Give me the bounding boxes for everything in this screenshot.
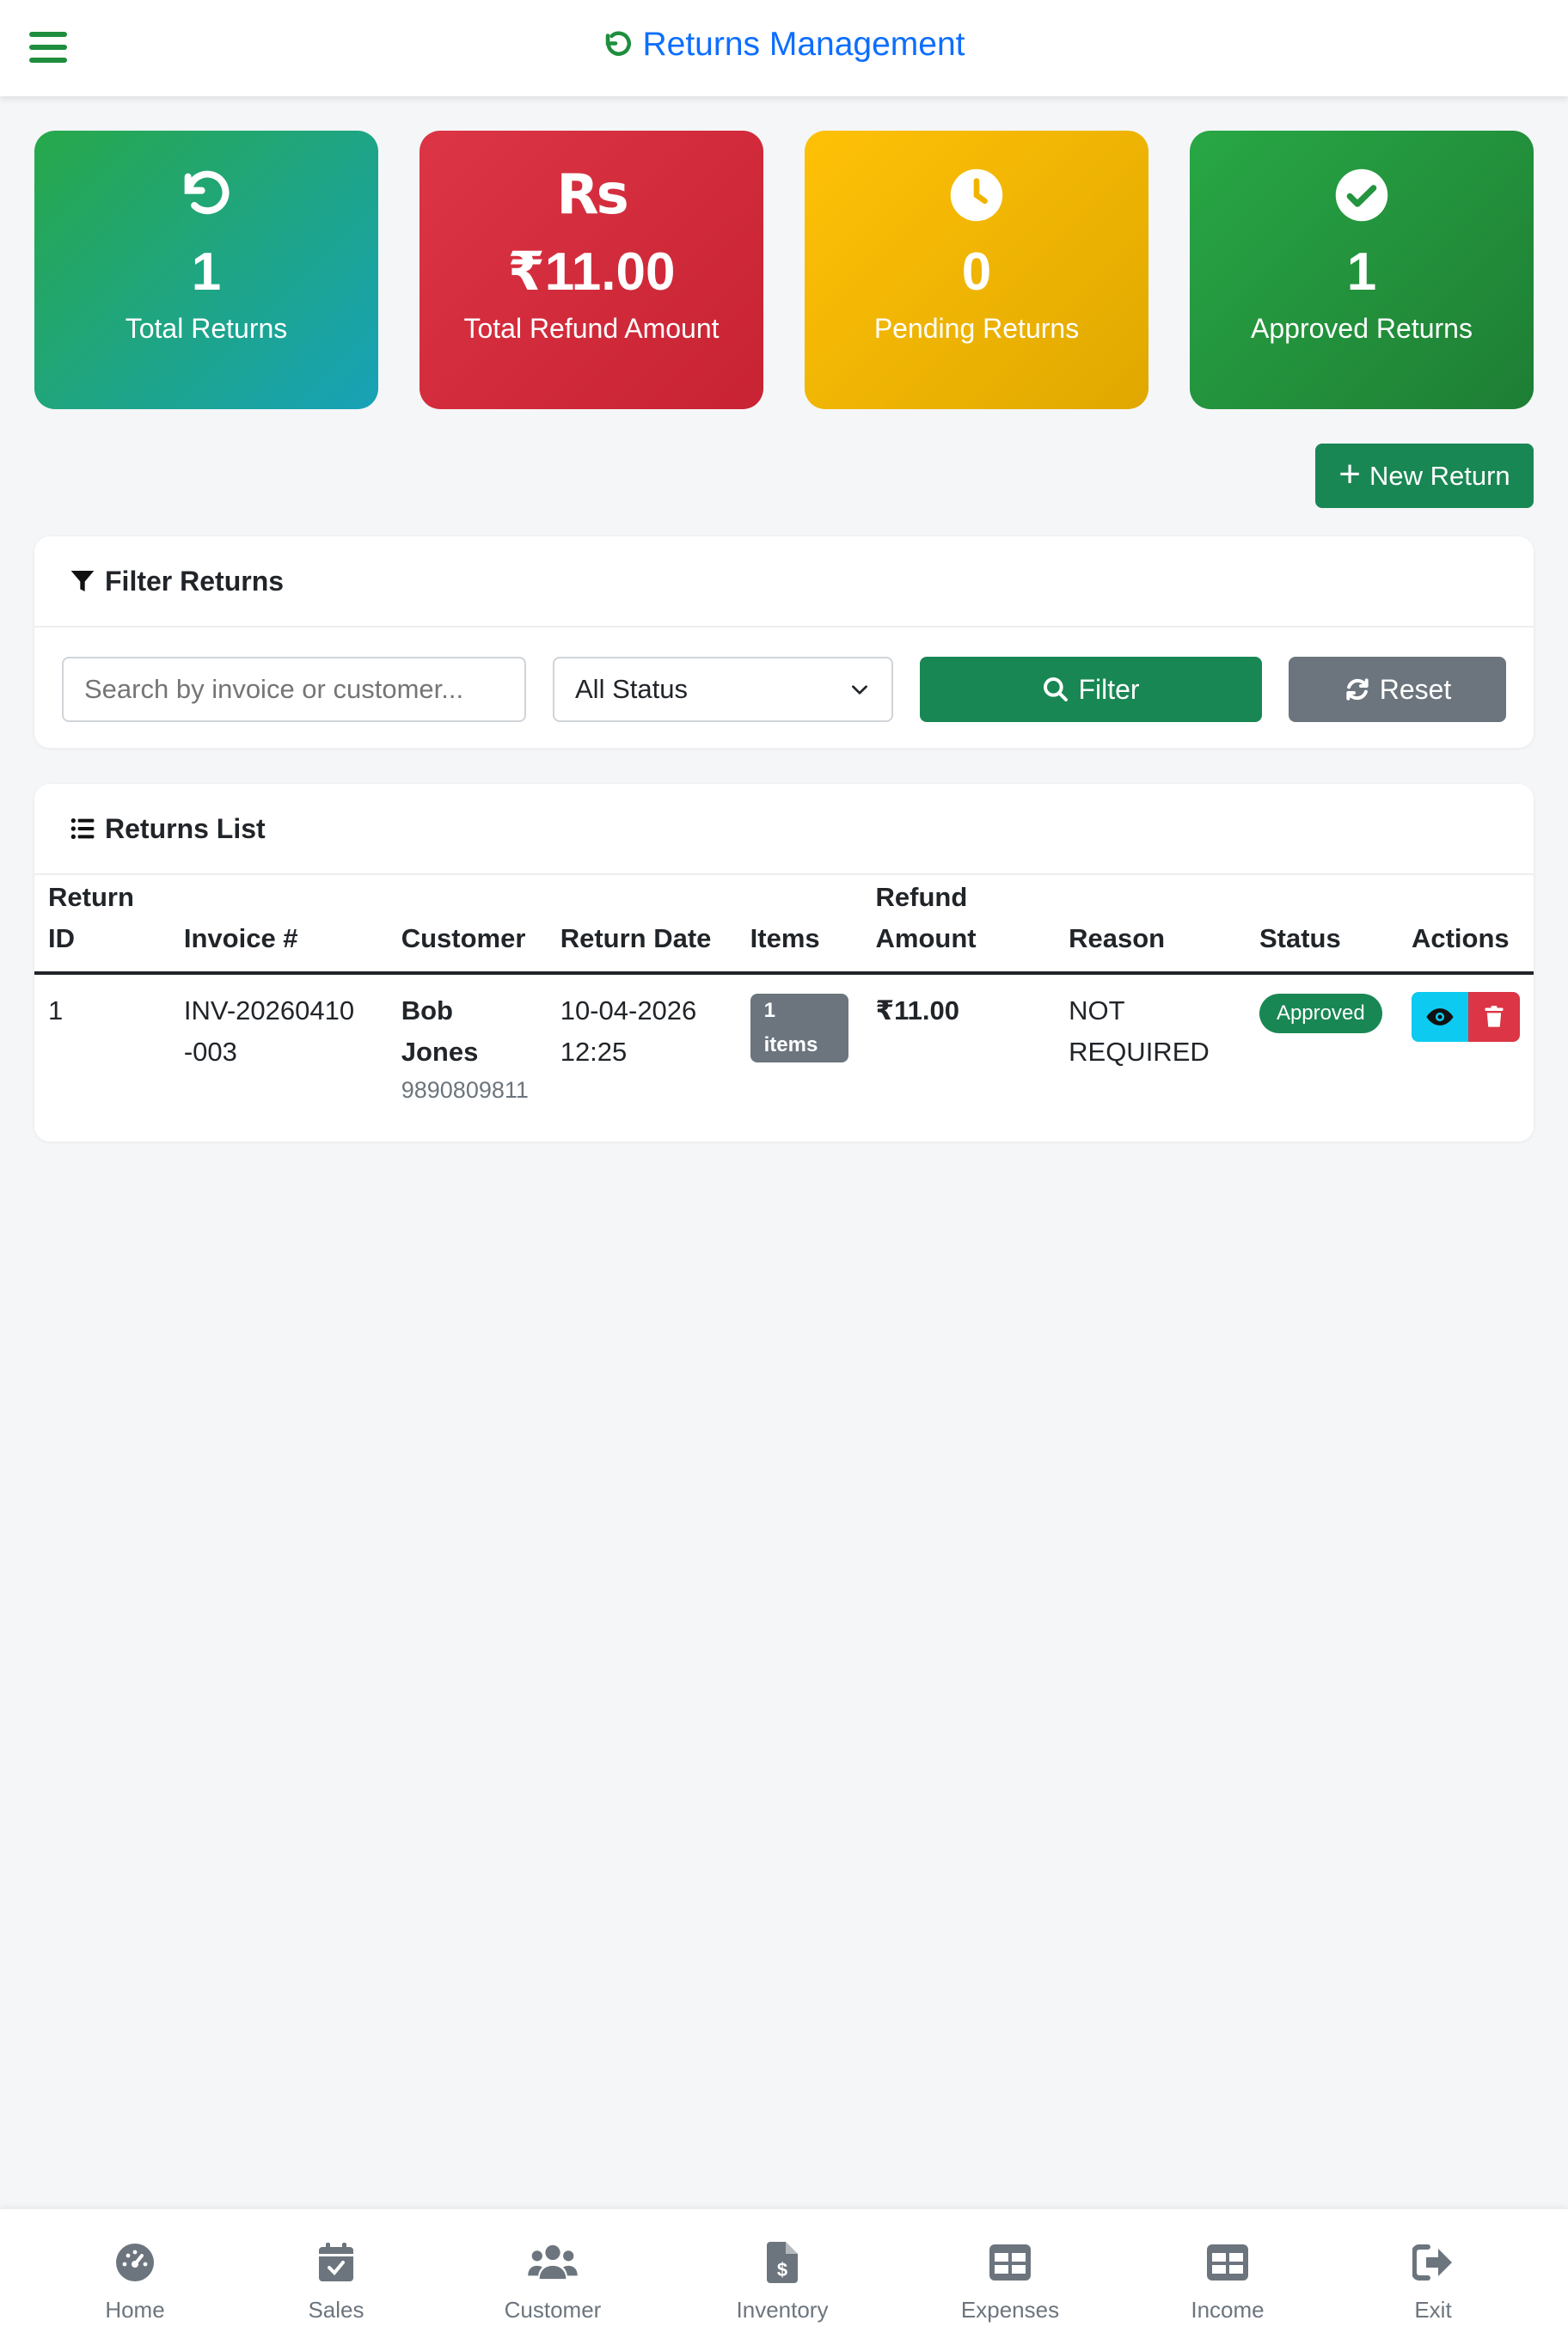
table-icon: [989, 2244, 1031, 2281]
col-reason: Reason: [1055, 877, 1246, 975]
check-circle-icon: [1335, 168, 1388, 222]
reason-text: NOT REQUIRED: [1069, 995, 1210, 1067]
nav-label: Inventory: [736, 2297, 829, 2323]
cell-refund-amount: ₹11.00: [875, 995, 959, 1026]
nav-item-exit[interactable]: Exit: [1347, 2238, 1519, 2323]
col-customer: Customer: [387, 877, 547, 975]
sign-out-icon: [1412, 2244, 1452, 2281]
trash-icon: [1485, 1006, 1504, 1027]
nav-item-sales[interactable]: Sales: [250, 2238, 422, 2323]
chevron-down-icon: [852, 685, 867, 695]
col-status: Status: [1245, 877, 1398, 975]
status-badge: Approved: [1259, 994, 1382, 1033]
cell-return-id: 1: [48, 995, 64, 1026]
nav-label: Home: [105, 2297, 165, 2323]
status-select[interactable]: All Status: [553, 657, 893, 722]
returns-list-header: Returns List: [34, 784, 1534, 875]
nav-label: Expenses: [960, 2297, 1060, 2323]
row-actions: [1411, 992, 1520, 1042]
filter-button[interactable]: Filter: [920, 657, 1262, 722]
table-row: 1 INV-20260410-003 Bob Jones 9890809811 …: [34, 973, 1534, 1116]
cell-actions: [1398, 973, 1534, 1116]
eye-icon: [1426, 1008, 1454, 1026]
view-button[interactable]: [1411, 992, 1468, 1042]
stat-value: 0: [961, 242, 992, 302]
stat-value: ₹11.00: [507, 242, 676, 302]
svg-text:$: $: [777, 2259, 787, 2281]
nav-item-home[interactable]: Home: [49, 2238, 221, 2323]
page-title: Returns Management: [0, 26, 1568, 64]
search-icon: [1044, 677, 1069, 701]
returns-table: Return ID Invoice # Customer Return Date…: [34, 877, 1534, 1116]
refresh-icon: [1346, 678, 1369, 701]
reset-button[interactable]: Reset: [1289, 657, 1506, 722]
col-return-id: Return ID: [34, 877, 170, 975]
invoice-number: INV-20260410-003: [183, 995, 355, 1067]
new-return-button[interactable]: + New Return: [1315, 444, 1534, 508]
stat-label: Approved Returns: [1251, 313, 1473, 344]
filter-button-label: Filter: [1078, 673, 1140, 705]
list-icon: [70, 818, 95, 839]
returns-list-card: Returns List Return ID Invoice # Custome…: [34, 784, 1534, 1142]
top-bar: Returns Management: [0, 0, 1568, 96]
undo-icon: [606, 31, 632, 56]
clock-icon: [950, 168, 1003, 222]
rupee-icon: Rs: [556, 163, 628, 227]
col-actions: Actions: [1397, 877, 1534, 975]
nav-item-inventory[interactable]: $ Inventory: [696, 2238, 868, 2323]
cell-reason: NOT REQUIRED: [1055, 973, 1246, 1116]
filter-card: Filter Returns All Status Filter Reset: [34, 536, 1534, 748]
col-invoice: Invoice #: [169, 877, 388, 975]
cell-status: Approved: [1246, 973, 1398, 1116]
stat-card-total-returns: 1 Total Returns: [34, 131, 378, 409]
nav-label: Sales: [308, 2297, 364, 2323]
stat-value: 1: [1346, 242, 1377, 302]
nav-item-expenses[interactable]: Expenses: [924, 2238, 1096, 2323]
stat-label: Pending Returns: [873, 313, 1080, 344]
nav-label: Customer: [504, 2297, 602, 2323]
cell-customer: Bob Jones 9890809811: [388, 973, 547, 1116]
search-input[interactable]: [62, 657, 526, 722]
customer-phone: 9890809811: [401, 1077, 529, 1103]
filter-card-header: Filter Returns: [34, 536, 1534, 628]
nav-item-income[interactable]: Income: [1142, 2238, 1314, 2323]
table-header-row: Return ID Invoice # Customer Return Date…: [34, 877, 1534, 975]
cell-invoice: INV-20260410-003: [170, 973, 388, 1116]
dashboard-gauge-icon: [116, 2244, 154, 2281]
invoice-dollar-icon: $: [767, 2242, 798, 2283]
stat-label: Total Refund Amount: [463, 313, 720, 344]
reset-button-label: Reset: [1379, 673, 1452, 705]
bottom-nav: Home Sales Customer $ Inventory Expenses…: [0, 2209, 1568, 2351]
status-select-value: All Status: [575, 674, 688, 704]
cell-items: 1 items: [737, 973, 862, 1116]
customer-name: Bob Jones: [401, 995, 479, 1067]
filter-icon: [70, 571, 95, 591]
col-items: Items: [736, 877, 862, 975]
stat-value: 1: [191, 242, 222, 302]
filter-title: Filter Returns: [105, 565, 285, 597]
users-icon: [528, 2244, 578, 2280]
cell-return-date: 10-04-2026 12:25: [547, 973, 737, 1116]
new-return-label: New Return: [1369, 460, 1510, 491]
nav-item-customer[interactable]: Customer: [467, 2238, 639, 2323]
stat-card-pending-returns: 0 Pending Returns: [805, 131, 1148, 409]
delete-button[interactable]: [1467, 992, 1520, 1042]
col-refund-amount: Refund Amount: [861, 877, 1056, 975]
calendar-check-icon: [319, 2243, 353, 2281]
stat-card-approved-returns: 1 Approved Returns: [1190, 131, 1534, 409]
plus-icon: +: [1338, 452, 1361, 495]
stat-card-total-refund: Rs ₹11.00 Total Refund Amount: [420, 131, 763, 409]
table-icon: [1207, 2244, 1248, 2281]
return-date: 10-04-2026 12:25: [560, 995, 697, 1067]
nav-label: Exit: [1414, 2297, 1452, 2323]
stat-label: Total Returns: [125, 313, 288, 344]
page-title-text: Returns Management: [642, 26, 965, 63]
col-return-date: Return Date: [546, 877, 737, 975]
undo-icon: [184, 170, 230, 215]
items-badge: 1 items: [750, 994, 848, 1062]
nav-label: Income: [1191, 2297, 1265, 2323]
returns-list-title: Returns List: [105, 812, 266, 844]
